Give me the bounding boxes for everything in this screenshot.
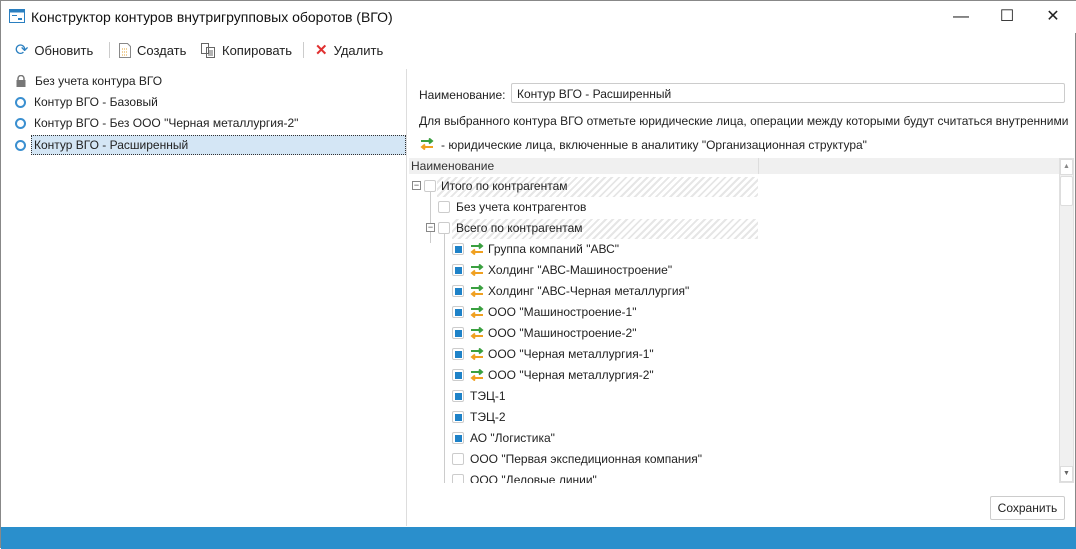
hint-text: Для выбранного контура ВГО отметьте юрид… — [419, 114, 1069, 128]
tree-row[interactable]: ООО "Машиностроение-1" — [409, 302, 1059, 323]
row-label: ООО "Черная металлургия-1" — [488, 347, 654, 361]
scroll-down-button[interactable]: ▼ — [1060, 466, 1073, 482]
org-structure-icon — [469, 347, 485, 361]
collapse-toggle-icon[interactable]: − — [412, 181, 421, 190]
contour-item[interactable]: Контур ВГО - Базовый — [15, 92, 405, 112]
tree-row[interactable]: Без учета контрагентов — [409, 197, 1059, 218]
row-label: ООО "Деловые линии" — [470, 473, 597, 483]
row-checkbox[interactable] — [438, 201, 450, 213]
contour-item[interactable]: Без учета контура ВГО — [15, 71, 405, 91]
row-label: Без учета контрагентов — [456, 200, 587, 214]
tree-row[interactable]: ООО "Машиностроение-2" — [409, 323, 1059, 344]
row-label: Всего по контрагентам — [456, 221, 583, 235]
row-checkbox[interactable] — [452, 390, 464, 402]
close-button[interactable]: ✕ — [1030, 5, 1076, 29]
row-checkbox[interactable] — [452, 243, 464, 255]
row-label: Холдинг "АВС-Машиностроение" — [488, 263, 673, 277]
row-checkbox[interactable] — [452, 453, 464, 465]
delete-button[interactable]: ✕ Удалить — [315, 39, 383, 61]
name-input[interactable]: Контур ВГО - Расширенный — [511, 83, 1065, 103]
row-label: ООО "Машиностроение-1" — [488, 305, 637, 319]
row-checkbox[interactable] — [452, 369, 464, 381]
scroll-thumb[interactable] — [1060, 176, 1073, 206]
tree-scrollbar[interactable]: ▲ ▼ — [1059, 158, 1074, 483]
selected-contour: Контур ВГО - Расширенный — [31, 135, 406, 155]
tree-row[interactable]: ООО "Деловые линии" — [409, 470, 1059, 483]
copy-icon — [201, 42, 215, 58]
create-button[interactable]: Создать — [119, 39, 186, 61]
refresh-button[interactable]: ⟳ Обновить — [15, 39, 93, 61]
legend-text: - юридические лица, включенные в аналити… — [441, 138, 867, 152]
toolbar-divider — [109, 42, 110, 58]
org-structure-icon — [469, 263, 485, 277]
row-checkbox[interactable] — [424, 180, 436, 192]
row-label: ООО "Черная металлургия-2" — [488, 368, 654, 382]
status-bar — [1, 527, 1076, 549]
tree-row[interactable]: Холдинг "АВС-Черная металлургия" — [409, 281, 1059, 302]
org-structure-icon — [469, 284, 485, 298]
row-checkbox[interactable] — [438, 222, 450, 234]
org-structure-icon — [420, 138, 434, 150]
tree-row[interactable]: − Итого по контрагентам — [409, 176, 1059, 197]
row-label: ТЭЦ-1 — [470, 389, 506, 403]
new-document-icon — [119, 42, 131, 58]
tree-row[interactable]: АО "Логистика" — [409, 428, 1059, 449]
row-label: АО "Логистика" — [470, 431, 555, 445]
row-label: Группа компаний "АВС" — [488, 242, 620, 256]
row-label: Холдинг "АВС-Черная металлургия" — [488, 284, 690, 298]
row-label: ООО "Первая экспедиционная компания" — [470, 452, 703, 466]
copy-button[interactable]: Копировать — [201, 39, 292, 61]
minimize-button[interactable]: — — [938, 5, 984, 29]
circle-icon — [15, 96, 26, 108]
row-checkbox[interactable] — [452, 285, 464, 297]
column-divider — [758, 158, 759, 174]
row-checkbox[interactable] — [452, 264, 464, 276]
name-label: Наименование: — [419, 88, 506, 102]
refresh-icon: ⟳ — [15, 42, 29, 59]
circle-icon — [15, 139, 26, 151]
window-title: Конструктор контуров внутригрупповых обо… — [31, 9, 393, 25]
org-structure-icon — [469, 326, 485, 340]
toolbar-divider — [303, 42, 304, 58]
org-structure-icon — [469, 305, 485, 319]
tree-row[interactable]: Холдинг "АВС-Машиностроение" — [409, 260, 1059, 281]
row-checkbox[interactable] — [452, 306, 464, 318]
contour-item[interactable]: Контур ВГО - Без ООО "Черная металлургия… — [15, 113, 405, 133]
lock-icon — [16, 75, 26, 87]
counterparty-tree: − Итого по контрагентам Без учета контраге… — [409, 176, 1059, 483]
tree-row[interactable]: − Всего по контрагентам — [409, 218, 1059, 239]
tree-row[interactable]: ООО "Первая экспедиционная компания" — [409, 449, 1059, 470]
row-checkbox[interactable] — [452, 348, 464, 360]
row-label: ТЭЦ-2 — [470, 410, 506, 424]
tree-header[interactable]: Наименование — [409, 158, 1059, 174]
delete-icon: ✕ — [315, 42, 328, 59]
row-checkbox[interactable] — [452, 327, 464, 339]
tree-row[interactable]: ТЭЦ-2 — [409, 407, 1059, 428]
maximize-button[interactable]: ☐ — [984, 5, 1030, 29]
contour-item[interactable]: Контур ВГО - Расширенный — [15, 135, 406, 155]
window-icon — [9, 9, 25, 23]
row-label: ООО "Машиностроение-2" — [488, 326, 637, 340]
tree-row[interactable]: ТЭЦ-1 — [409, 386, 1059, 407]
row-checkbox[interactable] — [452, 432, 464, 444]
tree-row[interactable]: ООО "Черная металлургия-2" — [409, 365, 1059, 386]
org-structure-icon — [469, 242, 485, 256]
scroll-up-button[interactable]: ▲ — [1060, 159, 1073, 175]
collapse-toggle-icon[interactable]: − — [426, 223, 435, 232]
row-checkbox[interactable] — [452, 474, 464, 483]
org-structure-icon — [469, 368, 485, 382]
title-bar: Конструктор контуров внутригрупповых обо… — [1, 1, 1076, 33]
save-button[interactable]: Сохранить — [990, 496, 1065, 520]
circle-icon — [15, 117, 26, 129]
tree-row[interactable]: ООО "Черная металлургия-1" — [409, 344, 1059, 365]
row-checkbox[interactable] — [452, 411, 464, 423]
tree-row[interactable]: Группа компаний "АВС" — [409, 239, 1059, 260]
row-label: Итого по контрагентам — [441, 179, 568, 193]
